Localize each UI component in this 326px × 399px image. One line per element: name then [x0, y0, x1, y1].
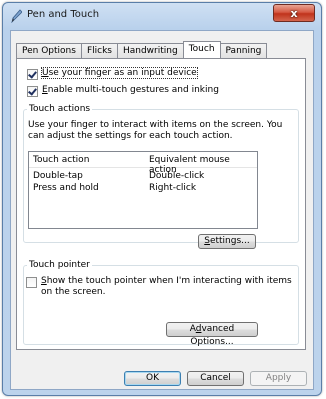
- tab-panning[interactable]: Panning: [219, 43, 268, 58]
- ok-button[interactable]: OK: [124, 371, 181, 386]
- table-row[interactable]: Double-tap Double-click: [29, 171, 257, 183]
- multitouch-label: Enable multi-touch gestures and inking: [42, 85, 219, 95]
- show-pointer-label: Show the touch pointer when I'm interact…: [41, 276, 292, 297]
- show-pointer-option[interactable]: Show the touch pointer when I'm interact…: [26, 276, 292, 298]
- use-finger-checkbox[interactable]: [27, 69, 38, 80]
- tab-handwriting[interactable]: Handwriting: [116, 43, 184, 58]
- touch-pointer-group: Touch pointer Show the touch pointer whe…: [23, 260, 299, 347]
- close-icon: x: [290, 6, 298, 20]
- title-bar[interactable]: Pen and Touch x: [3, 3, 321, 29]
- touch-actions-description-1: Use your finger to interact with items o…: [28, 120, 283, 130]
- multitouch-option[interactable]: Enable multi-touch gestures and inking: [27, 85, 219, 97]
- row-mouse-action: Double-click: [149, 171, 205, 181]
- tab-pen-options[interactable]: Pen Options: [16, 43, 82, 58]
- list-header: Touch action Equivalent mouse action: [29, 152, 257, 175]
- close-button[interactable]: x: [273, 4, 315, 22]
- row-touch-action: Press and hold: [33, 183, 99, 193]
- row-mouse-action: Right-click: [149, 183, 197, 193]
- tab-touch[interactable]: Touch: [182, 41, 221, 58]
- advanced-options-button[interactable]: Advanced Options...: [166, 322, 258, 347]
- touch-actions-description-2: can adjust the settings for each touch a…: [28, 131, 233, 141]
- dialog-window: Pen and Touch x Pen Options Flicks Handw…: [2, 2, 322, 396]
- window-title: Pen and Touch: [27, 9, 100, 20]
- table-row[interactable]: Press and hold Right-click: [29, 183, 257, 195]
- settings-button[interactable]: Settings...: [198, 234, 256, 249]
- row-touch-action: Double-tap: [33, 171, 83, 181]
- tab-flicks[interactable]: Flicks: [80, 43, 118, 58]
- apply-button[interactable]: Apply: [250, 371, 307, 386]
- touch-tab-panel: Use your finger as an input device Enabl…: [16, 58, 306, 350]
- show-pointer-checkbox[interactable]: [26, 277, 37, 288]
- multitouch-checkbox[interactable]: [27, 86, 38, 97]
- pen-icon: [11, 9, 22, 23]
- touch-pointer-title: Touch pointer: [27, 260, 92, 270]
- column-touch-action[interactable]: Touch action: [33, 155, 89, 165]
- touch-actions-title: Touch actions: [27, 104, 93, 114]
- tab-strip: Pen Options Flicks Handwriting Touch Pan…: [16, 41, 268, 58]
- dialog-client-area: Pen Options Flicks Handwriting Touch Pan…: [10, 30, 314, 390]
- use-finger-label: Use your finger as an input device: [41, 67, 198, 79]
- touch-actions-list[interactable]: Touch action Equivalent mouse action Dou…: [28, 151, 258, 229]
- use-finger-option[interactable]: Use your finger as an input device: [27, 67, 198, 80]
- cancel-button[interactable]: Cancel: [187, 371, 244, 386]
- touch-actions-group: Touch actions Use your finger to interac…: [23, 104, 299, 249]
